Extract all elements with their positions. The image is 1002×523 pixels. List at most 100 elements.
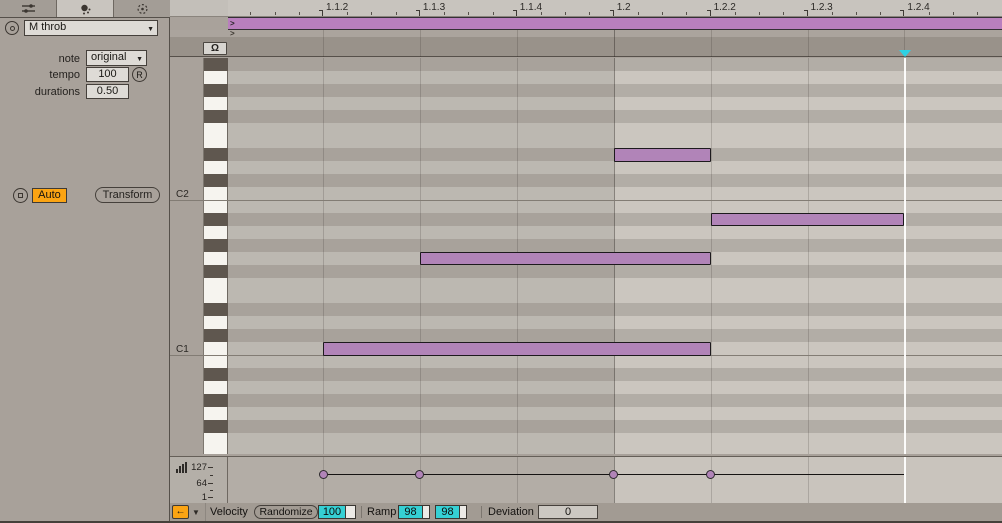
fold-lane-button[interactable]: ← bbox=[172, 505, 189, 519]
piano-keys[interactable] bbox=[203, 58, 228, 454]
ramp-label: Ramp bbox=[367, 506, 396, 518]
device-panel: M throb ▼ note original ▼ tempo 100 R du… bbox=[0, 0, 170, 523]
divider bbox=[481, 506, 482, 518]
ruler-label: 1.2.4 bbox=[907, 2, 929, 13]
ruler-minor-tick bbox=[856, 12, 857, 15]
beat-line bbox=[711, 30, 712, 37]
octave-divider-line bbox=[170, 200, 1002, 201]
note-select[interactable]: original ▼ bbox=[86, 50, 147, 66]
black-key-F#0[interactable] bbox=[204, 420, 229, 433]
tab-sliders[interactable] bbox=[0, 0, 57, 17]
midi-note-G1[interactable] bbox=[420, 252, 711, 265]
hot-swap-icon[interactable] bbox=[5, 21, 19, 35]
randomize-amount-field[interactable]: 100 bbox=[318, 505, 356, 519]
playhead-marker[interactable] bbox=[899, 50, 911, 57]
ruler-label: 1.1.3 bbox=[423, 2, 445, 13]
octave-label-c1: C1 bbox=[176, 344, 189, 355]
black-key-D#1[interactable] bbox=[204, 303, 229, 316]
ramp-start-field[interactable]: 98 bbox=[398, 505, 430, 519]
preset-select-value: M throb bbox=[29, 21, 66, 33]
tab-randomize[interactable] bbox=[57, 0, 114, 17]
loop-start-marker[interactable]: > bbox=[230, 19, 235, 28]
black-key-C#1[interactable] bbox=[204, 329, 229, 342]
piano-roll-grid[interactable]: C2 C1 bbox=[170, 58, 1002, 454]
loop-brace[interactable]: > bbox=[228, 17, 1002, 30]
black-key-G#1[interactable] bbox=[204, 239, 229, 252]
deviation-label: Deviation bbox=[488, 506, 534, 518]
tempo-field[interactable]: 100 bbox=[86, 67, 129, 82]
durations-label: durations bbox=[0, 86, 80, 98]
black-key-A#0[interactable] bbox=[204, 368, 229, 381]
bar-line bbox=[614, 37, 615, 57]
beat-line bbox=[323, 58, 324, 454]
beat-line bbox=[420, 37, 421, 57]
ruler-tick bbox=[416, 10, 420, 16]
midi-note-A#1[interactable] bbox=[711, 213, 905, 226]
marker-lane: > bbox=[170, 30, 1002, 37]
ruler-minor-tick bbox=[783, 12, 784, 15]
ruler-label: 1.2.3 bbox=[811, 2, 833, 13]
beat-line bbox=[323, 30, 324, 37]
velocity-scale-label: 1 bbox=[173, 492, 207, 503]
divider bbox=[361, 506, 362, 518]
dotted-circle-icon bbox=[136, 3, 149, 15]
velocity-scale-minor-tick bbox=[210, 490, 213, 491]
ruler-minor-tick bbox=[541, 12, 542, 15]
beat-line bbox=[808, 37, 809, 57]
beat-line bbox=[323, 457, 324, 503]
beat-line bbox=[323, 37, 324, 57]
velocity-lane[interactable]: 127641 bbox=[170, 456, 1002, 502]
auto-mode-icon[interactable] bbox=[13, 188, 28, 203]
chevron-down-icon: ▼ bbox=[136, 53, 143, 66]
black-key-G#0[interactable] bbox=[204, 394, 229, 407]
ruler-minor-tick bbox=[396, 12, 397, 15]
ruler-label: 1.2 bbox=[617, 2, 631, 13]
ruler-minor-tick bbox=[977, 12, 978, 15]
midi-note-C1[interactable] bbox=[323, 342, 711, 355]
black-key-F#2[interactable] bbox=[204, 110, 229, 123]
ruler-tick bbox=[319, 10, 323, 16]
ruler-minor-tick bbox=[953, 12, 954, 15]
velocity-point[interactable] bbox=[319, 470, 328, 479]
ruler-minor-tick bbox=[371, 12, 372, 15]
transform-button[interactable]: Transform bbox=[95, 187, 160, 203]
slider-remainder bbox=[459, 506, 466, 518]
beat-line bbox=[711, 58, 712, 454]
tab-transform[interactable] bbox=[114, 0, 170, 17]
ruler-minor-tick bbox=[929, 12, 930, 15]
beat-line bbox=[711, 37, 712, 57]
beat-line bbox=[420, 457, 421, 503]
ruler-label: 1.1.2 bbox=[326, 2, 348, 13]
bar-line bbox=[614, 30, 615, 37]
sliders-icon bbox=[21, 3, 36, 14]
ruler-minor-tick bbox=[493, 12, 494, 15]
auto-button[interactable]: Auto bbox=[32, 188, 67, 203]
retrigger-button[interactable]: R bbox=[132, 67, 147, 82]
deviation-field[interactable]: 0 bbox=[538, 505, 598, 519]
velocity-point[interactable] bbox=[706, 470, 715, 479]
beat-line bbox=[517, 457, 518, 503]
scrub-area[interactable]: Ω bbox=[170, 37, 1002, 57]
durations-field[interactable]: 0.50 bbox=[86, 84, 129, 99]
velocity-scale-label: 64 bbox=[173, 478, 207, 489]
black-key-G#2[interactable] bbox=[204, 84, 229, 97]
black-key-D#2[interactable] bbox=[204, 148, 229, 161]
black-key-C#2[interactable] bbox=[204, 174, 229, 187]
loop-row: > bbox=[170, 17, 1002, 30]
black-key-F#1[interactable] bbox=[204, 265, 229, 278]
lane-select-dropdown-icon[interactable]: ▼ bbox=[192, 508, 200, 517]
ruler-minor-tick bbox=[565, 12, 566, 15]
black-key-A#1[interactable] bbox=[204, 213, 229, 226]
black-key-A#2[interactable] bbox=[204, 58, 229, 71]
randomize-button[interactable]: Randomize bbox=[254, 505, 318, 519]
velocity-scale-tick bbox=[208, 467, 213, 468]
ramp-end-field[interactable]: 98 bbox=[435, 505, 467, 519]
ruler-minor-tick bbox=[735, 12, 736, 15]
midi-note-D#2[interactable] bbox=[614, 148, 711, 161]
ruler-minor-tick bbox=[686, 12, 687, 15]
midi-transform-window: M throb ▼ note original ▼ tempo 100 R du… bbox=[0, 0, 1002, 523]
beat-time-ruler[interactable]: 1.1.21.1.31.1.41.21.2.21.2.31.2.4 bbox=[170, 0, 1002, 17]
ruler-minor-tick bbox=[468, 12, 469, 15]
preview-headphone-button[interactable]: Ω bbox=[203, 42, 227, 55]
preset-select[interactable]: M throb ▼ bbox=[24, 20, 158, 36]
